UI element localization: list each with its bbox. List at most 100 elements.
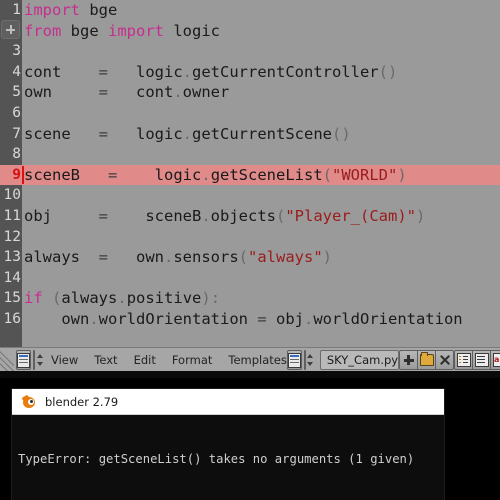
code-token: own (24, 309, 90, 328)
code-token: . (201, 206, 211, 225)
code-token: obj (266, 309, 304, 328)
toggle-syntax-highlight-button[interactable]: ab (491, 350, 500, 370)
syntax-highlight-icon: ab (492, 353, 500, 367)
console-title-text: blender 2.79 (45, 394, 119, 409)
code-token: ) (322, 248, 333, 267)
code-line[interactable]: 9 sceneB = logic.getSceneList("WORLD") (0, 164, 500, 186)
code-token: . (303, 309, 314, 328)
code-token: scene (24, 124, 99, 143)
new-text-button[interactable] (399, 350, 419, 370)
code-line[interactable]: 8 (0, 144, 500, 165)
code-token: ( (52, 289, 62, 308)
code-line[interactable]: 12 (0, 227, 500, 248)
plus-icon[interactable] (1, 20, 20, 39)
line-number: 9 (12, 166, 21, 183)
line-number: 5 (12, 84, 21, 101)
text-editor-area[interactable]: 1import bge2from bge import logic34cont … (0, 0, 500, 347)
code-token: always (61, 289, 118, 308)
console-line: TypeError: getSceneList() takes no argum… (18, 452, 415, 466)
code-token: . (182, 124, 192, 143)
plus-icon (400, 351, 417, 369)
code-line[interactable]: 15 if (always.positive): (0, 288, 500, 309)
editor-type-chevron-icon[interactable] (33, 350, 43, 370)
code-token: sceneB (24, 165, 108, 184)
line-number: 1 (12, 2, 21, 18)
code-line[interactable]: 16 own.worldOrientation = obj.worldOrien… (0, 309, 500, 330)
editor-type-button[interactable] (16, 350, 31, 370)
code-token: logic (108, 62, 183, 81)
menu-text[interactable]: Text (94, 353, 117, 367)
toggle-word-wrap-button[interactable] (473, 350, 492, 370)
code-line-text: always = own.sensors("always") (24, 247, 332, 268)
code-line-text: obj = sceneB.objects("Player_(Cam)") (24, 206, 425, 227)
word-wrap-icon (474, 353, 489, 367)
code-token: = (98, 62, 108, 81)
menu-edit[interactable]: Edit (134, 353, 156, 367)
code-token: logic (164, 21, 220, 40)
line-number: 14 (3, 269, 21, 286)
unlink-text-button[interactable] (436, 350, 455, 370)
code-token: own (108, 248, 164, 267)
line-number: 4 (12, 63, 21, 80)
code-token: positive (126, 289, 202, 308)
script-datablock-icon (287, 352, 301, 368)
code-line[interactable]: 10 (0, 185, 500, 206)
code-line[interactable]: 11 obj = sceneB.objects("Player_(Cam)") (0, 206, 500, 227)
code-token: obj (24, 206, 99, 225)
code-token: import (24, 1, 80, 19)
code-token: getCurrentScene (192, 124, 332, 143)
console-output: TypeError: getSceneList() takes no argum… (12, 415, 444, 500)
code-line-text: cont = logic.getCurrentController() (24, 62, 397, 83)
code-token: . (182, 62, 192, 81)
code-token: () (378, 62, 398, 81)
code-token: . (164, 248, 174, 267)
code-token: cont (24, 62, 99, 81)
area-resize-grip[interactable] (0, 347, 14, 371)
code-line[interactable]: 4 cont = logic.getCurrentController() (0, 62, 500, 83)
line-number: 8 (12, 146, 21, 163)
datablock-browse-chevron-icon[interactable] (303, 350, 314, 370)
code-line[interactable]: 14 (0, 268, 500, 289)
system-console-window[interactable]: blender 2.79 TypeError: getSceneList() t… (12, 389, 444, 500)
code-line[interactable]: 6 (0, 103, 500, 124)
code-token: ) (416, 206, 426, 225)
code-token: sceneB (108, 206, 202, 225)
toggle-line-numbers-button[interactable] (454, 350, 474, 370)
line-number: 12 (3, 228, 21, 245)
close-icon (439, 354, 451, 366)
text-display-options-group: ab (454, 350, 500, 370)
code-token: ( (322, 165, 333, 184)
code-token: ) (201, 289, 211, 308)
code-line[interactable]: 2from bge import logic (0, 21, 500, 42)
editor-header-toolbar[interactable]: View Text Edit Format Templates SKY_Cam.… (0, 347, 500, 372)
code-line[interactable]: 5 own = cont.owner (0, 82, 500, 103)
menu-format[interactable]: Format (172, 353, 213, 367)
console-title-bar[interactable]: blender 2.79 (12, 389, 444, 415)
code-token: logic (108, 124, 183, 143)
code-line-text: own.worldOrientation = obj.worldOrientat… (24, 309, 463, 330)
code-token: cont (108, 83, 174, 102)
code-token: sensors (173, 248, 239, 267)
code-token: from (24, 21, 62, 40)
code-token: = (98, 124, 108, 143)
filename-field[interactable]: SKY_Cam.py (319, 350, 400, 370)
code-line[interactable]: 7 scene = logic.getCurrentScene() (0, 124, 500, 145)
code-line[interactable]: 3 (0, 41, 500, 62)
code-line-text: sceneB = logic.getSceneList("WORLD") (22, 165, 407, 186)
code-token: : (210, 289, 221, 308)
menu-view[interactable]: View (51, 353, 78, 367)
line-number: 11 (3, 207, 21, 224)
code-line[interactable]: 1 import bge (0, 0, 500, 21)
code-content[interactable]: 1import bge2from bge import logic34cont … (0, 0, 500, 347)
code-line[interactable]: 13 always = own.sensors("always") (0, 247, 500, 268)
code-token: bge (80, 1, 118, 19)
open-text-button[interactable] (418, 350, 437, 370)
code-token: getSceneList (210, 165, 323, 184)
menu-templates[interactable]: Templates (228, 353, 286, 367)
code-token: worldOrientation (313, 309, 463, 328)
code-token: . (201, 165, 211, 184)
code-token: . (173, 83, 183, 102)
datablock-type-button[interactable] (286, 350, 302, 370)
line-number: 13 (3, 249, 21, 266)
code-line-text: scene = logic.getCurrentScene() (24, 124, 351, 145)
